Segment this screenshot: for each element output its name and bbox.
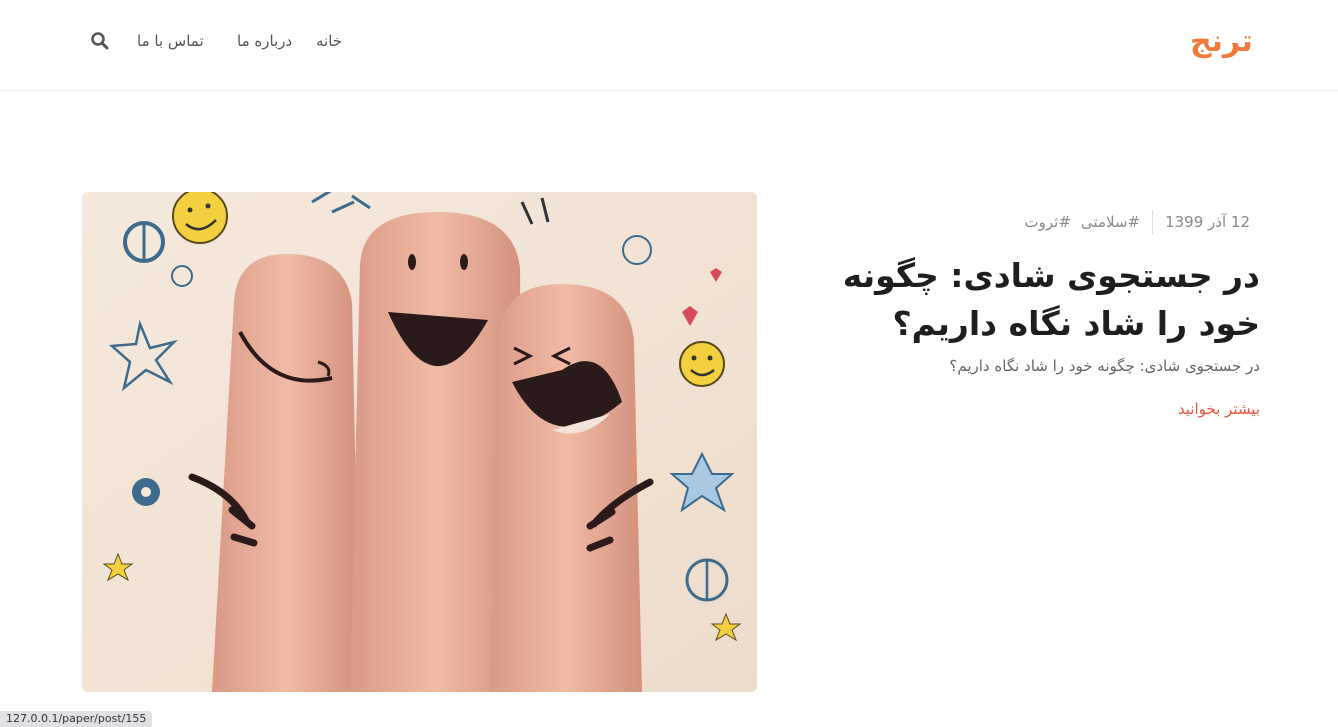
post-meta: 12 آذر 1399 #سلامتی #ثروت <box>1015 210 1250 234</box>
nav-contact[interactable]: تماس با ما <box>137 32 204 50</box>
post-title[interactable]: در جستجوی شادی: چگونه خود را شاد نگاه دا… <box>830 252 1260 348</box>
meta-divider <box>1152 210 1154 234</box>
status-bar-url: 127.0.0.1/paper/post/155 <box>0 711 153 727</box>
post-excerpt: در جستجوی شادی: چگونه خود را شاد نگاه دا… <box>949 357 1260 375</box>
search-icon[interactable] <box>90 31 110 51</box>
nav-home[interactable]: خانه <box>316 32 342 50</box>
post-featured-image[interactable] <box>82 192 757 692</box>
post-date: 12 آذر 1399 <box>1165 213 1250 231</box>
site-header: ترنج خانه درباره ما تماس با ما <box>0 0 1338 91</box>
post-tag[interactable]: #ثروت <box>1025 213 1071 231</box>
post-tag[interactable]: #سلامتی <box>1081 213 1140 231</box>
read-more-link[interactable]: بیشتر بخوانید <box>1178 400 1260 418</box>
nav-about[interactable]: درباره ما <box>237 32 292 50</box>
site-logo[interactable]: ترنج <box>1190 24 1253 59</box>
